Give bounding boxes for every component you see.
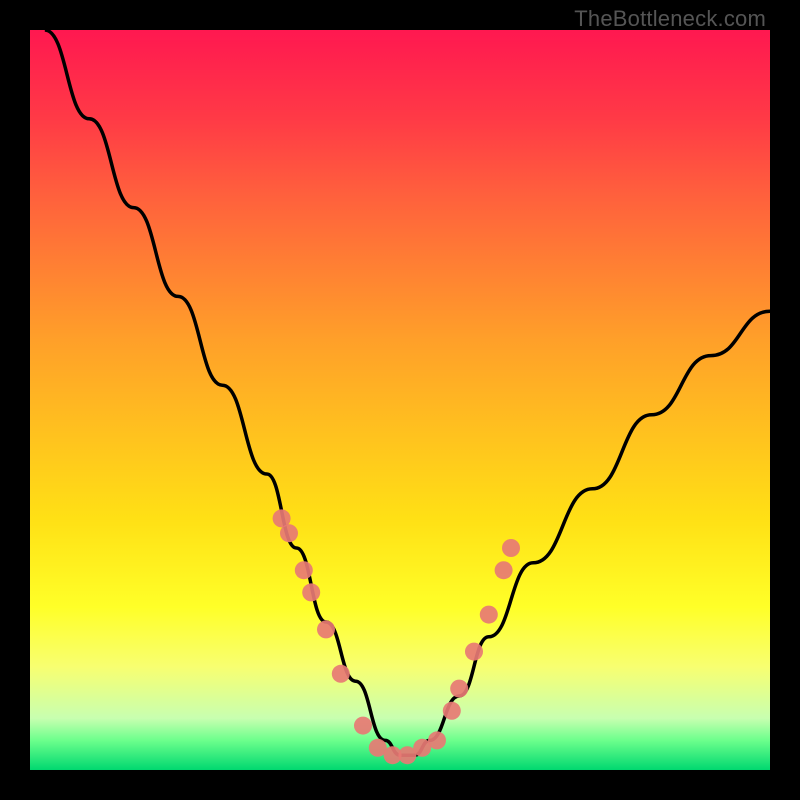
watermark-text: TheBottleneck.com <box>574 6 766 32</box>
marker-dot <box>280 524 298 542</box>
bottleneck-curve-line <box>45 30 770 755</box>
marker-dot <box>450 680 468 698</box>
marker-dot <box>443 702 461 720</box>
marker-dot <box>295 561 313 579</box>
marker-dot <box>354 717 372 735</box>
marker-dot <box>302 583 320 601</box>
chart-svg <box>30 30 770 770</box>
marker-dot <box>480 606 498 624</box>
marker-dot <box>495 561 513 579</box>
marker-dot <box>502 539 520 557</box>
marker-dot <box>317 620 335 638</box>
curve-path <box>45 30 770 755</box>
marker-dot <box>465 643 483 661</box>
plot-area <box>30 30 770 770</box>
marker-dot <box>332 665 350 683</box>
chart-frame: TheBottleneck.com <box>0 0 800 800</box>
highlighted-markers-group <box>273 509 520 764</box>
marker-dot <box>428 731 446 749</box>
